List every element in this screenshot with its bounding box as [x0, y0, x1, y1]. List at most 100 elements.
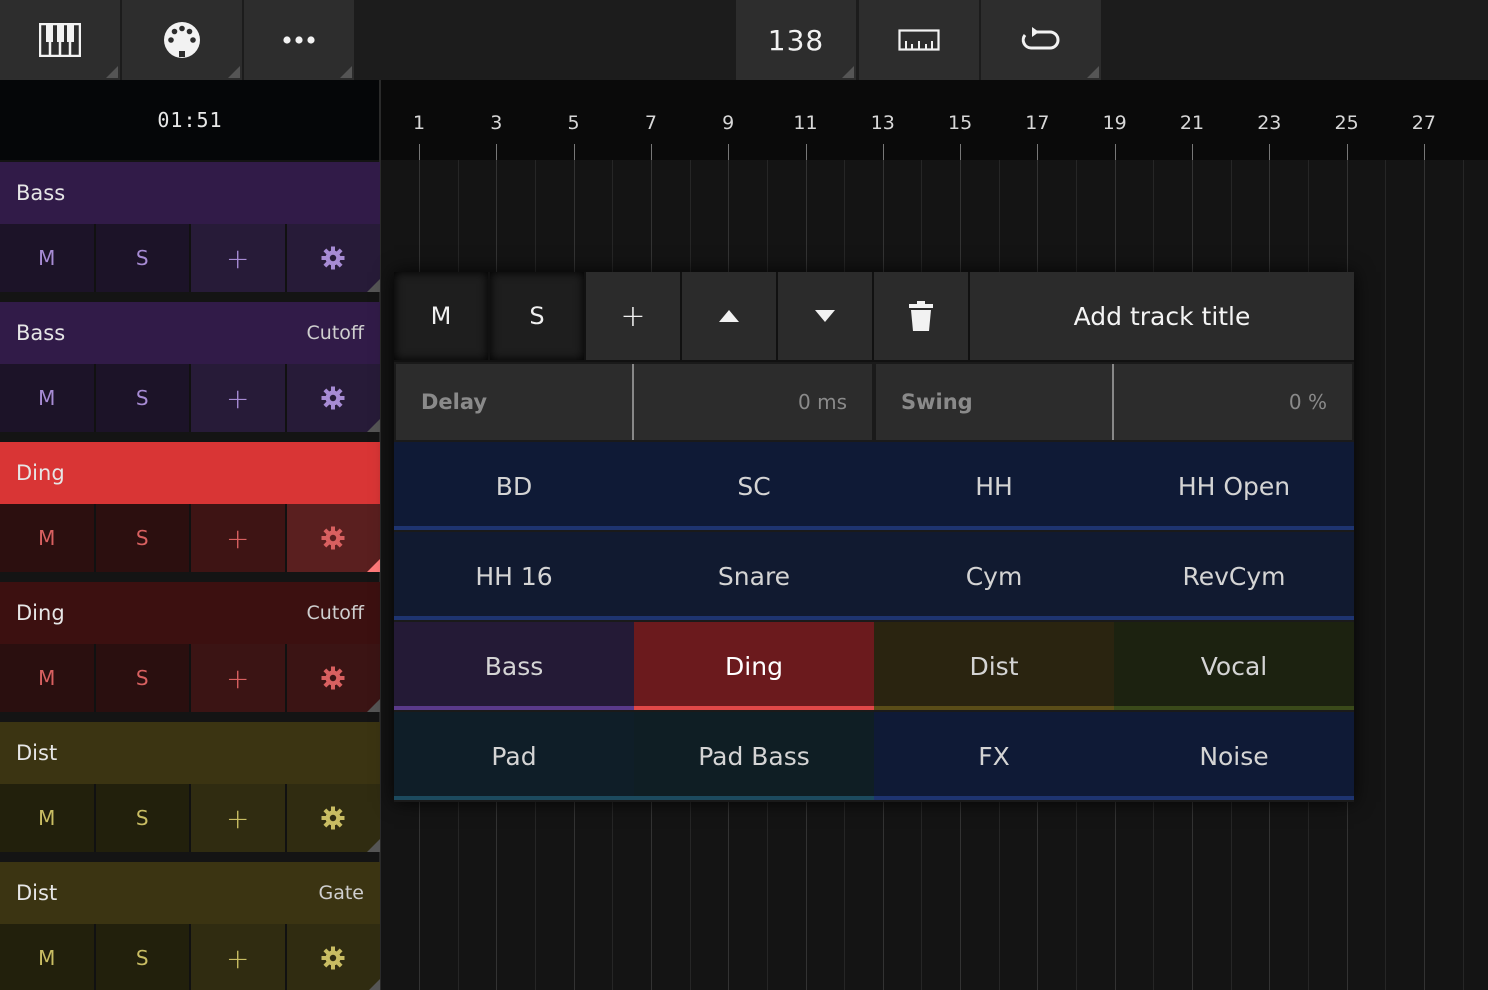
pad-hh[interactable]: HH	[874, 442, 1114, 530]
popup-mute-button[interactable]: M	[394, 272, 488, 360]
pad-cym[interactable]: Cym	[874, 532, 1114, 620]
corner-indicator	[367, 699, 380, 712]
pad-color-bar	[394, 796, 634, 800]
track-header[interactable]: Dist	[0, 722, 380, 784]
pad-label: Dist	[969, 651, 1019, 681]
midi-connector-icon	[164, 22, 200, 58]
corner-indicator	[367, 979, 380, 990]
swing-value-field[interactable]: 0 %	[1114, 364, 1352, 440]
gear-icon	[321, 386, 345, 410]
mute-button[interactable]: M	[0, 224, 96, 292]
midi-button[interactable]	[122, 0, 242, 80]
bar-tick	[419, 144, 420, 160]
add-button[interactable]: +	[191, 504, 287, 572]
track-controls: M S +	[0, 224, 380, 292]
track-settings-button[interactable]	[286, 924, 380, 990]
pad-label: Vocal	[1200, 651, 1268, 681]
ruler-button[interactable]	[859, 0, 979, 80]
bar-number: 19	[1102, 112, 1127, 134]
mute-button[interactable]: M	[0, 504, 96, 572]
bar-number: 13	[870, 112, 895, 134]
tempo-button[interactable]: 138	[736, 0, 856, 80]
move-up-button[interactable]	[682, 272, 776, 360]
track-header[interactable]: Ding Cutoff	[0, 582, 380, 644]
bar-tick	[882, 144, 884, 160]
track-header[interactable]: Ding	[0, 442, 380, 504]
delay-value-field[interactable]: 0 ms	[634, 364, 872, 440]
track-settings-button[interactable]	[286, 644, 380, 712]
timeline-ruler[interactable]: 1 3 5 7 9 11 13 15 17 19 21 23 25 27	[381, 80, 1488, 160]
gear-icon	[321, 806, 345, 830]
loop-button[interactable]	[981, 0, 1101, 80]
bar-number: 1	[412, 112, 426, 134]
more-button[interactable]	[244, 0, 354, 80]
mute-button[interactable]: M	[0, 924, 96, 990]
pad-color-bar	[874, 796, 1114, 800]
popup-solo-button[interactable]: S	[490, 272, 584, 360]
add-button[interactable]: +	[191, 784, 287, 852]
track-settings-button[interactable]	[286, 224, 380, 292]
solo-button[interactable]: S	[95, 504, 191, 572]
pad-label: SC	[737, 471, 771, 501]
track-settings-button[interactable]	[286, 504, 380, 572]
pad-bd[interactable]: BD	[394, 442, 634, 530]
track-settings-button[interactable]	[286, 784, 380, 852]
corner-indicator	[340, 66, 352, 78]
corner-indicator	[367, 279, 380, 292]
pad-snare[interactable]: Snare	[634, 532, 874, 620]
solo-button[interactable]: S	[95, 364, 191, 432]
track-header[interactable]: Dist Gate	[0, 862, 380, 924]
track-name: Ding	[16, 601, 65, 625]
track-settings-button[interactable]	[286, 364, 380, 432]
pad-label: Snare	[717, 561, 791, 591]
bar-tick	[573, 144, 575, 160]
loop-icon	[1021, 27, 1060, 50]
delete-button[interactable]	[874, 272, 968, 360]
add-button[interactable]: +	[191, 364, 287, 432]
pad-color-bar	[1114, 616, 1354, 620]
ruler-icon	[898, 29, 940, 51]
track-header[interactable]: Bass	[0, 162, 380, 224]
pad-pad-bass[interactable]: Pad Bass	[634, 712, 874, 800]
solo-button[interactable]: S	[95, 644, 191, 712]
pad-label: Ding	[725, 651, 783, 681]
pad-dist[interactable]: Dist	[874, 622, 1114, 710]
bar-tick	[496, 144, 498, 160]
pad-sc[interactable]: SC	[634, 442, 874, 530]
popup-add-button[interactable]: +	[586, 272, 680, 360]
add-button[interactable]: +	[191, 644, 287, 712]
pad-noise[interactable]: Noise	[1114, 712, 1354, 800]
pad-ding[interactable]: Ding	[634, 622, 874, 710]
track-header[interactable]: Bass Cutoff	[0, 302, 380, 364]
pad-fx[interactable]: FX	[874, 712, 1114, 800]
bar-number: 27	[1411, 112, 1436, 134]
add-button[interactable]: +	[191, 224, 287, 292]
track-name: Bass	[16, 321, 66, 345]
track-title-field[interactable]: Add track title	[970, 272, 1354, 360]
bar-tick	[1192, 144, 1193, 160]
pad-color-bar	[394, 706, 634, 710]
pad-vocal[interactable]: Vocal	[1114, 622, 1354, 710]
solo-button[interactable]: S	[95, 224, 191, 292]
delay-label-cell: Delay	[396, 364, 632, 440]
pad-color-bar	[394, 526, 634, 530]
pad-hh-16[interactable]: HH 16	[394, 532, 634, 620]
pad-hh-open[interactable]: HH Open	[1114, 442, 1354, 530]
add-button[interactable]: +	[191, 924, 287, 990]
keyboard-button[interactable]	[0, 0, 120, 80]
pad-pad[interactable]: Pad	[394, 712, 634, 800]
mute-button[interactable]: M	[0, 644, 96, 712]
pad-revcym[interactable]: RevCym	[1114, 532, 1354, 620]
tempo-value: 138	[767, 23, 825, 57]
mute-button[interactable]: M	[0, 784, 96, 852]
bar-number: 9	[722, 112, 735, 134]
pad-label: HH	[975, 471, 1013, 501]
pad-bass[interactable]: Bass	[394, 622, 634, 710]
gear-icon	[321, 666, 345, 690]
track-0: Bass M S +	[0, 162, 380, 292]
solo-button[interactable]: S	[95, 924, 191, 990]
solo-button[interactable]: S	[95, 784, 191, 852]
move-down-button[interactable]	[778, 272, 872, 360]
mute-button[interactable]: M	[0, 364, 96, 432]
track-edit-popup: M S + Add track title Delay 0 ms Swing 0…	[394, 272, 1354, 802]
